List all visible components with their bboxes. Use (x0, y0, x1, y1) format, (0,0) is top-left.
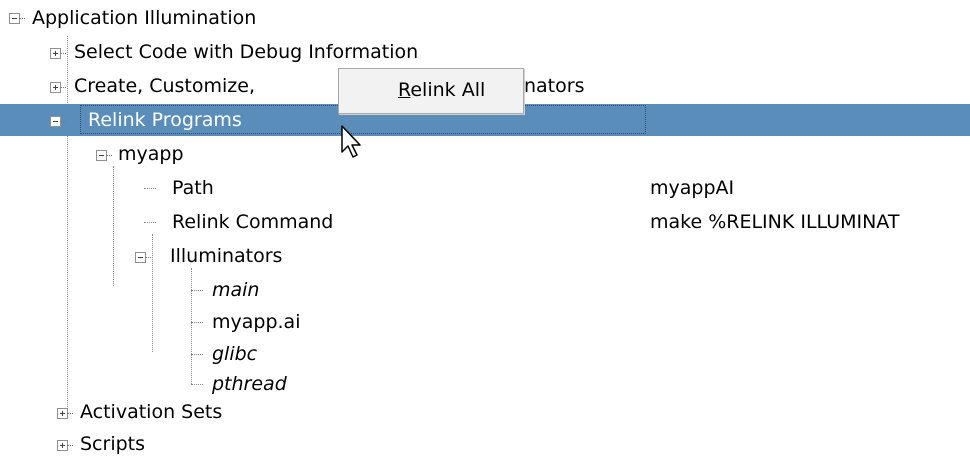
expand-icon[interactable] (57, 408, 73, 419)
tree-node-label: Illuminators (170, 245, 283, 267)
tree-node-value: make %RELINK ILLUMINAT (650, 211, 900, 233)
tree-node-label: pthread (212, 373, 287, 395)
tree-node-myapp[interactable]: myapp (0, 138, 970, 171)
expand-icon[interactable] (50, 82, 66, 93)
menu-item-relink-all[interactable]: Relink All (340, 70, 522, 112)
menu-item-label: Relink All (398, 79, 485, 101)
tree-node-label: Path (172, 177, 214, 199)
tree-node-illuminators[interactable]: Illuminators (0, 240, 970, 273)
tree-branch (191, 290, 203, 291)
tree-node-label-tail: nators (524, 75, 585, 97)
tree-branch (191, 384, 203, 385)
tree-node-select-code[interactable]: Select Code with Debug Information (0, 36, 970, 69)
tree-node-label: Application Illumination (32, 7, 257, 29)
arrow-pointer-icon (341, 125, 361, 158)
tree-branch (144, 188, 156, 189)
tree-node-label: myapp (118, 143, 184, 165)
collapse-icon[interactable] (135, 252, 151, 263)
tree-view: Application Illumination Select Code wit… (0, 0, 970, 458)
collapse-icon[interactable] (9, 13, 25, 24)
tree-node-label: Activation Sets (80, 401, 223, 423)
tree-node-label: Scripts (80, 433, 146, 455)
menu-item-label-rest: elink All (410, 79, 486, 101)
tree-node-label: Select Code with Debug Information (74, 41, 419, 63)
tree-node-glibc[interactable]: glibc (0, 338, 970, 371)
tree-node-label: Create, Customize, (74, 75, 255, 97)
tree-branch (191, 354, 203, 355)
tree-node-label: main (212, 279, 260, 301)
menu-item-mnemonic: R (398, 79, 411, 101)
expand-icon[interactable] (50, 48, 66, 59)
tree-node-relink-command[interactable]: Relink Command make %RELINK ILLUMINAT (0, 206, 970, 239)
tree-node-root[interactable]: Application Illumination (0, 2, 970, 35)
tree-node-main[interactable]: main (0, 274, 970, 307)
tree-node-label: myapp.ai (212, 311, 301, 333)
tree-node-label: Relink Command (172, 211, 334, 233)
context-menu: Relink All (338, 68, 524, 114)
tree-node-myapp-ai[interactable]: myapp.ai (0, 306, 970, 339)
tree-node-label: glibc (212, 343, 258, 365)
tree-branch (144, 222, 156, 223)
collapse-icon[interactable] (50, 116, 66, 127)
tree-node-activation-sets[interactable]: Activation Sets (0, 396, 970, 429)
tree-node-scripts[interactable]: Scripts (0, 428, 970, 458)
tree-node-value: myappAI (650, 177, 735, 199)
tree-branch (191, 322, 203, 323)
collapse-icon[interactable] (96, 150, 112, 161)
tree-node-path[interactable]: Path myappAI (0, 172, 970, 205)
expand-icon[interactable] (57, 440, 73, 451)
